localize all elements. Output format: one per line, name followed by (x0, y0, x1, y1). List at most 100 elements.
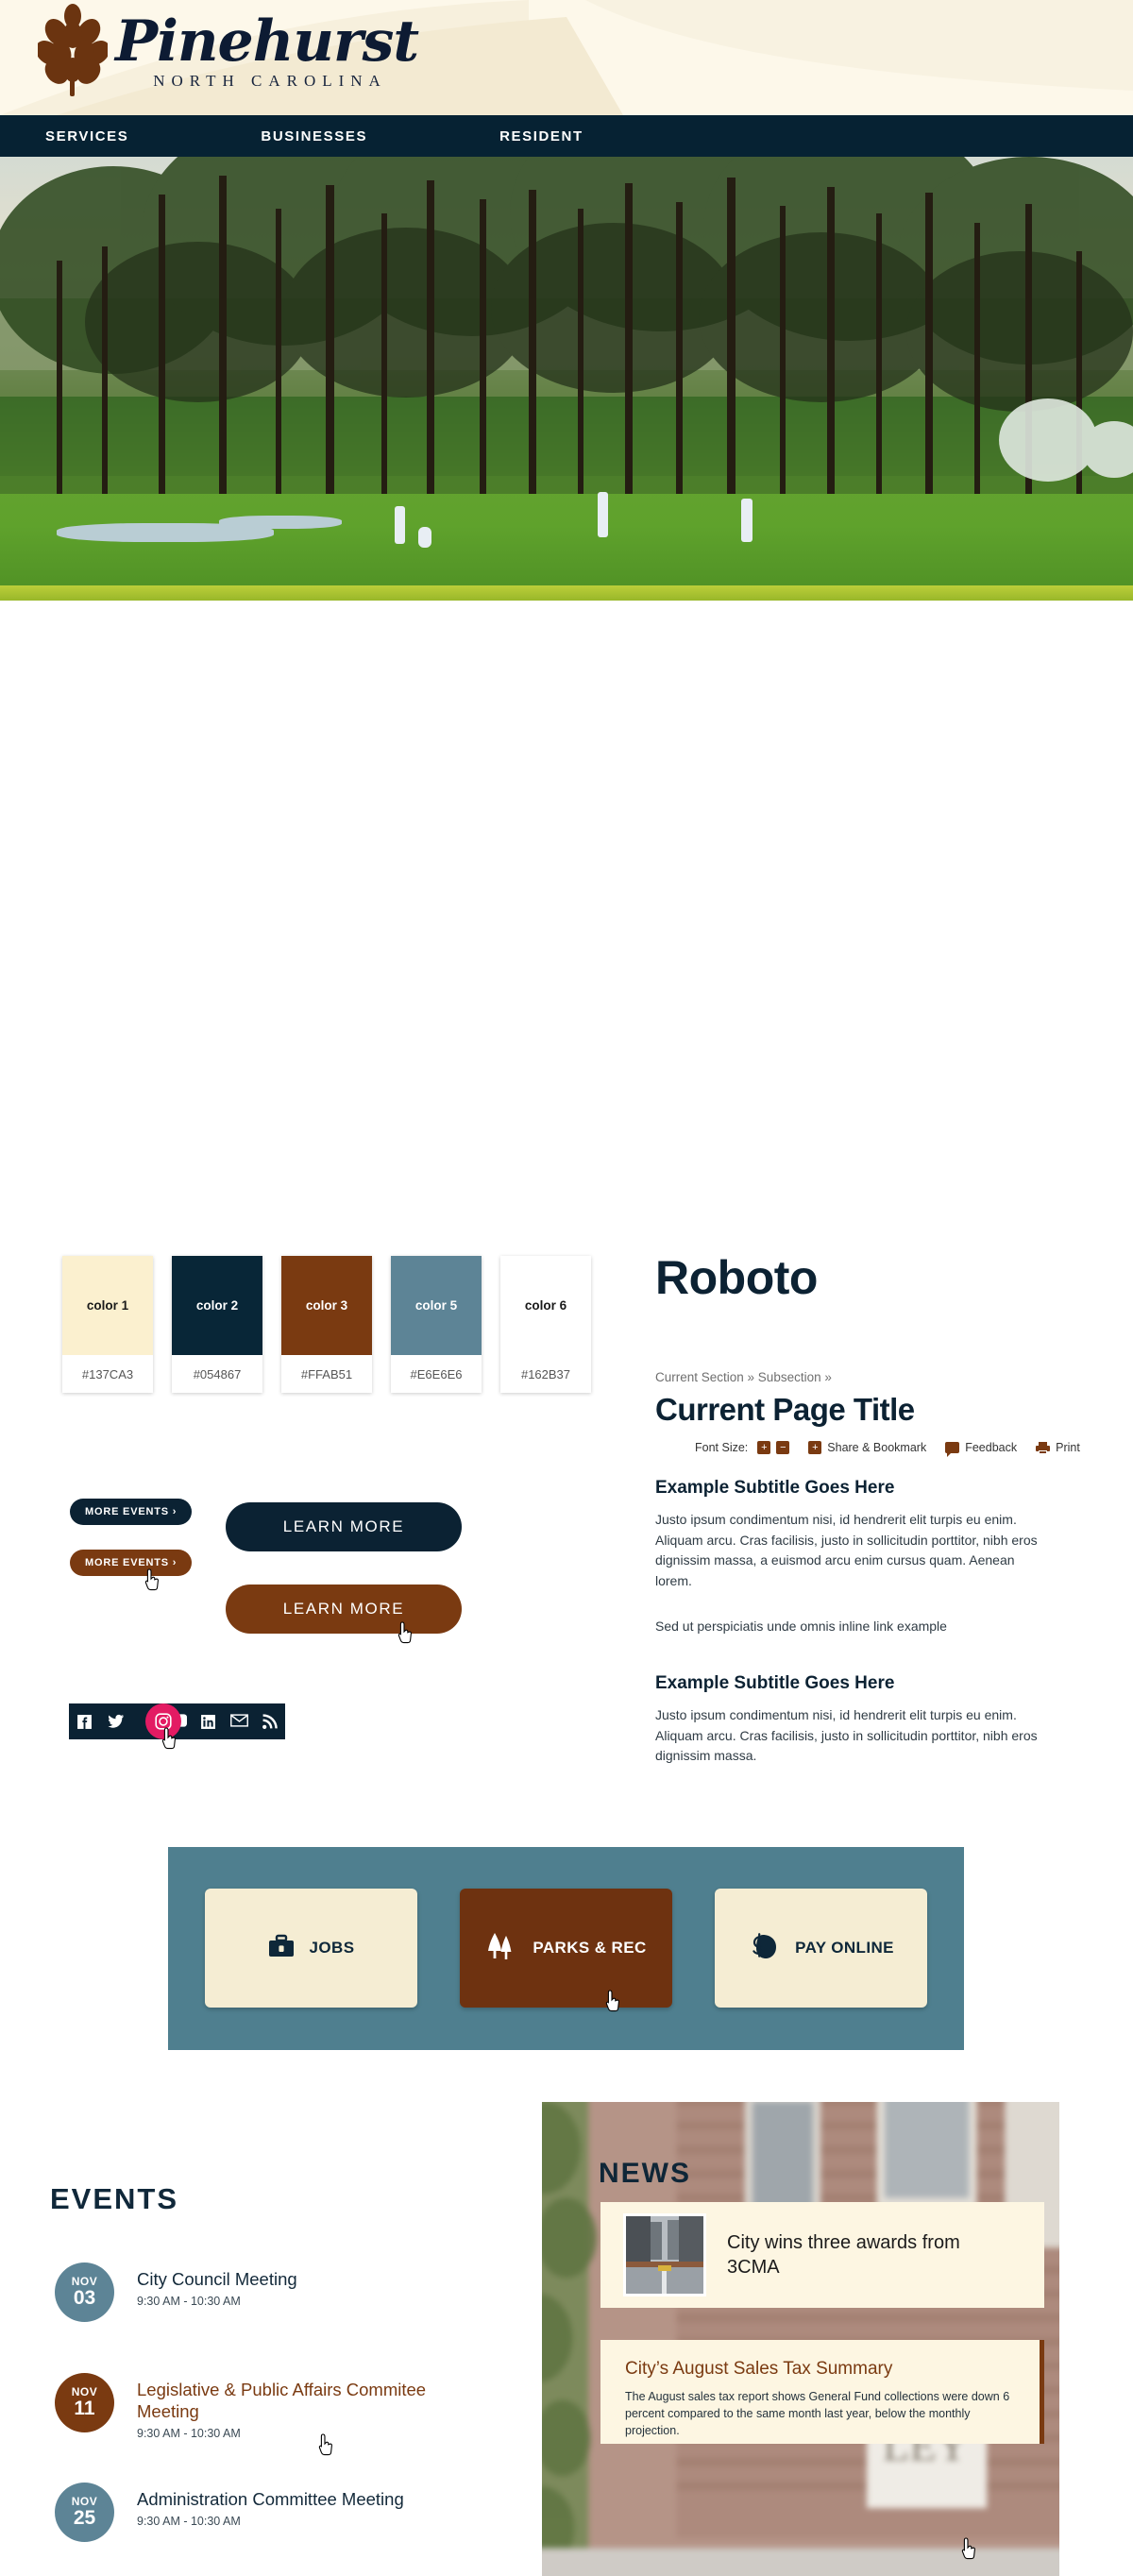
event-day: 03 (73, 2287, 96, 2310)
site-logo[interactable]: Pinehurst NORTH CAROLINA (35, 4, 419, 98)
linkedin-icon[interactable] (200, 1714, 216, 1730)
event-month: NOV (71, 2275, 98, 2289)
share-bookmark-label[interactable]: Share & Bookmark (827, 1441, 926, 1454)
color-swatch-group: color 1 #137CA3 color 2 #054867 color 3 … (62, 1256, 591, 1393)
color-swatch-hex: #137CA3 (62, 1355, 153, 1393)
news-accent-bar (1040, 2340, 1044, 2444)
twitter-icon[interactable] (108, 1714, 124, 1730)
quick-link-label: JOBS (309, 1939, 355, 1957)
color-swatch-chip: color 6 (500, 1256, 591, 1355)
quick-link-jobs[interactable]: JOBS (205, 1889, 417, 2008)
event-item[interactable]: NOV 03 City Council Meeting 9:30 AM - 10… (55, 2262, 448, 2322)
minus-icon[interactable]: − (776, 1441, 790, 1454)
email-icon[interactable] (230, 1713, 249, 1730)
pinecone-icon (35, 4, 110, 98)
nav-item-services[interactable]: SERVICES (45, 128, 128, 144)
mouse-dollar-icon (748, 1932, 780, 1965)
color-swatch-chip: color 2 (172, 1256, 262, 1355)
event-date-badge: NOV 03 (55, 2262, 114, 2322)
news-heading: NEWS (599, 2158, 691, 2189)
event-time: 9:30 AM - 10:30 AM (137, 2295, 241, 2309)
logo-state-text: NORTH CAROLINA (153, 72, 387, 90)
hero-water-hazard (219, 516, 342, 529)
event-item[interactable]: NOV 25 Administration Committee Meeting … (55, 2483, 448, 2542)
printer-icon[interactable] (1036, 1441, 1051, 1454)
events-heading: EVENTS (50, 2182, 179, 2215)
share-plus-icon[interactable]: + (808, 1441, 822, 1454)
color-swatch-hex: #E6E6E6 (391, 1355, 482, 1393)
page-toolbar[interactable]: Font Size: + − + Share & Bookmark Feedba… (695, 1441, 1080, 1457)
learn-more-button-dark[interactable]: LEARN MORE (226, 1502, 462, 1551)
event-title[interactable]: City Council Meeting (137, 2268, 448, 2290)
article-paragraph-1: Justo ipsum condimentum nisi, id hendrer… (655, 1512, 1038, 1589)
site-header: Pinehurst NORTH CAROLINA (0, 0, 1133, 115)
color-swatch-hex: #FFAB51 (281, 1355, 372, 1393)
feedback-icon[interactable] (945, 1442, 960, 1457)
color-swatch-name: color 6 (524, 1298, 567, 1313)
color-swatch: color 1 #137CA3 (62, 1256, 153, 1393)
golfer-figure (395, 506, 405, 544)
golfer-figure (418, 527, 431, 548)
event-title[interactable]: Legislative & Public Affairs Commitee Me… (137, 2379, 448, 2422)
more-events-button-brown[interactable]: MORE EVENTS › (70, 1550, 193, 1576)
facebook-icon[interactable] (76, 1714, 93, 1730)
color-swatch-chip: color 5 (391, 1256, 482, 1355)
font-name-heading: Roboto (655, 1251, 818, 1304)
event-text: Administration Committee Meeting 9:30 AM… (137, 2483, 448, 2528)
article-subtitle-2: Example Subtitle Goes Here (655, 1673, 895, 1693)
quick-links-panel: JOBS PARKS & REC PAY ONLINE (168, 1847, 964, 2050)
event-day: 11 (74, 2398, 95, 2420)
article-subtitle-1: Example Subtitle Goes Here (655, 1478, 895, 1498)
quick-link-pay-online[interactable]: PAY ONLINE (715, 1889, 927, 2008)
color-swatch-hex: #162B37 (500, 1355, 591, 1393)
breadcrumb[interactable]: Current Section » Subsection » (655, 1370, 832, 1384)
font-size-label: Font Size: (695, 1441, 749, 1454)
hero-image (0, 157, 1133, 601)
briefcase-icon (268, 1934, 295, 1963)
print-label[interactable]: Print (1056, 1441, 1080, 1454)
city-street-photo (623, 2213, 706, 2296)
event-text: City Council Meeting 9:30 AM - 10:30 AM (137, 2262, 448, 2308)
event-day: 25 (73, 2507, 96, 2530)
quick-link-label: PARKS & REC (533, 1939, 647, 1957)
news-item[interactable]: City wins three awards from 3CMA (600, 2202, 1044, 2308)
event-date-badge: NOV 25 (55, 2483, 114, 2542)
color-swatch-name: color 3 (305, 1298, 348, 1313)
event-title[interactable]: Administration Committee Meeting (137, 2488, 448, 2510)
article-paragraph-2[interactable]: Sed ut perspiciatis unde omnis inline li… (655, 1617, 1050, 1637)
color-swatch: color 2 #054867 (172, 1256, 262, 1393)
page-title: Current Page Title (655, 1392, 915, 1427)
plus-icon[interactable]: + (757, 1441, 771, 1454)
color-swatch-name: color 5 (414, 1298, 458, 1313)
golfer-figure (741, 499, 753, 542)
news-item[interactable]: City’s August Sales Tax Summary The Augu… (600, 2340, 1044, 2444)
news-panel: LEY NEWS City wins three awards from 3CM… (542, 2102, 1059, 2576)
news-title[interactable]: City wins three awards from 3CMA (727, 2230, 1010, 2279)
article-paragraph-3: Justo ipsum condimentum nisi, id hendrer… (655, 1707, 1038, 1764)
color-swatch-chip: color 3 (281, 1256, 372, 1355)
rss-icon[interactable] (262, 1713, 278, 1730)
event-time: 9:30 AM - 10:30 AM (137, 2515, 241, 2529)
instagram-icon[interactable] (145, 1703, 181, 1739)
main-navigation[interactable]: SERVICES BUSINESSES RESIDENT (0, 115, 1133, 157)
nav-item-residents[interactable]: RESIDENT (499, 128, 583, 144)
color-swatch: color 5 #E6E6E6 (391, 1256, 482, 1393)
news-title[interactable]: City’s August Sales Tax Summary (625, 2359, 1020, 2380)
event-text: Legislative & Public Affairs Commitee Me… (137, 2373, 448, 2440)
color-swatch: color 3 #FFAB51 (281, 1256, 372, 1393)
event-date-badge: NOV 11 (55, 2373, 114, 2432)
nav-item-businesses[interactable]: BUSINESSES (261, 128, 367, 144)
event-item[interactable]: NOV 11 Legislative & Public Affairs Comm… (55, 2373, 448, 2440)
color-swatch-name: color 2 (195, 1298, 239, 1313)
learn-more-button-brown[interactable]: LEARN MORE (226, 1585, 462, 1634)
golfer-figure (598, 492, 608, 537)
news-body: The August sales tax report shows Genera… (625, 2390, 1010, 2437)
event-month: NOV (71, 2385, 98, 2399)
event-time: 9:30 AM - 10:30 AM (137, 2427, 241, 2441)
quick-link-label: PAY ONLINE (795, 1939, 894, 1957)
hero-forest (0, 157, 1133, 495)
quick-link-parks-rec[interactable]: PARKS & REC (460, 1889, 672, 2008)
color-swatch: color 6 #162B37 (500, 1256, 591, 1393)
feedback-label[interactable]: Feedback (965, 1441, 1017, 1454)
more-events-button-dark[interactable]: MORE EVENTS › (70, 1499, 193, 1525)
